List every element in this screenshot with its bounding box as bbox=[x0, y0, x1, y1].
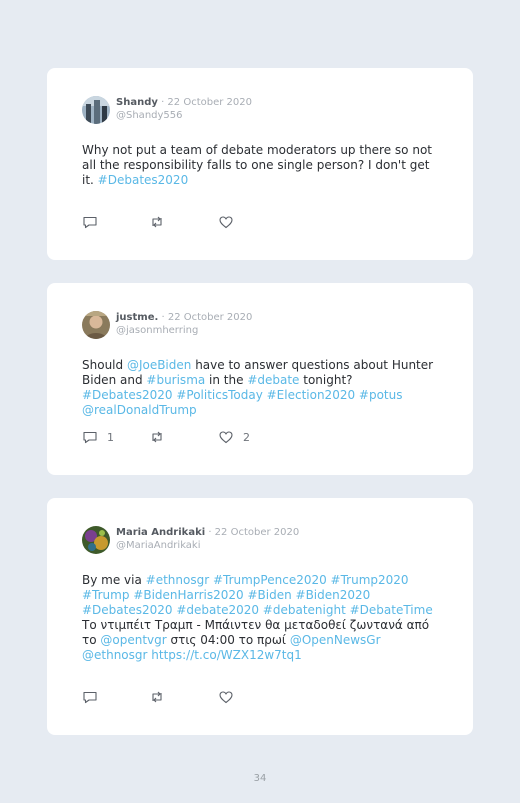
hashtag-link[interactable]: #Debates2020 bbox=[98, 173, 189, 187]
tweet-card: Maria Andrikaki · 22 October 2020 @Maria… bbox=[47, 498, 473, 735]
hashtag-link[interactable]: #debate bbox=[247, 373, 299, 387]
tweet-date: · 22 October 2020 bbox=[161, 97, 252, 108]
text-segment: By me via bbox=[82, 573, 146, 587]
mention-link[interactable]: @opentvgr bbox=[100, 633, 166, 647]
user-handle[interactable]: @jasonmherring bbox=[116, 324, 252, 337]
retweet-icon bbox=[152, 431, 162, 443]
mention-link[interactable]: @JoeBiden bbox=[127, 358, 191, 372]
user-handle[interactable]: @MariaAndrikaki bbox=[116, 539, 299, 552]
hashtag-link[interactable]: #burisma bbox=[146, 373, 205, 387]
reply-icon bbox=[83, 431, 97, 444]
user-name[interactable]: Maria Andrikaki bbox=[116, 527, 205, 538]
retweet-icon bbox=[152, 691, 162, 703]
retweet-button[interactable] bbox=[149, 429, 165, 445]
tweet-actions bbox=[82, 214, 442, 230]
reply-count: 1 bbox=[107, 430, 114, 444]
reply-button[interactable] bbox=[82, 689, 98, 705]
reply-button[interactable] bbox=[82, 214, 98, 230]
user-handle[interactable]: @Shandy556 bbox=[116, 109, 252, 122]
avatar[interactable] bbox=[82, 311, 110, 339]
like-button[interactable] bbox=[218, 689, 234, 705]
avatar[interactable] bbox=[82, 96, 110, 124]
retweet-button[interactable] bbox=[149, 214, 165, 230]
retweet-icon bbox=[152, 216, 162, 228]
tweet-actions: 1 2 bbox=[82, 429, 442, 445]
heart-icon bbox=[219, 431, 233, 444]
tweet-date: · 22 October 2020 bbox=[208, 527, 300, 538]
avatar[interactable] bbox=[82, 526, 110, 554]
tweet-card: Shandy · 22 October 2020 @Shandy556 Why … bbox=[47, 68, 473, 260]
tweet-card: justme. · 22 October 2020 @jasonmherring… bbox=[47, 283, 473, 475]
reply-icon bbox=[83, 216, 97, 229]
tweet-text: By me via #ethnosgr #TrumpPence2020 #Tru… bbox=[82, 573, 442, 663]
tweet-text: Why not put a team of debate moderators … bbox=[82, 143, 442, 188]
retweet-button[interactable] bbox=[149, 689, 165, 705]
like-count: 2 bbox=[243, 430, 250, 444]
reply-icon bbox=[83, 691, 97, 704]
hashtag-links[interactable]: #Debates2020 #PoliticsToday #Election202… bbox=[82, 388, 403, 417]
tweet-actions bbox=[82, 689, 442, 705]
text-segment: στις 04:00 το πρωί bbox=[166, 633, 290, 647]
tweet-date: · 22 October 2020 bbox=[161, 312, 253, 323]
heart-icon bbox=[219, 216, 233, 229]
tweet-text: Should @JoeBiden have to answer question… bbox=[82, 358, 442, 418]
text-segment: tonight? bbox=[299, 373, 353, 387]
page-number: 34 bbox=[253, 773, 267, 784]
like-button[interactable] bbox=[218, 214, 234, 230]
text-segment: Should bbox=[82, 358, 127, 372]
user-name[interactable]: Shandy bbox=[116, 97, 158, 108]
user-name[interactable]: justme. bbox=[116, 312, 158, 323]
reply-button[interactable]: 1 bbox=[82, 429, 114, 445]
text-segment: in the bbox=[205, 373, 248, 387]
like-button[interactable]: 2 bbox=[218, 429, 250, 445]
heart-icon bbox=[219, 691, 233, 704]
